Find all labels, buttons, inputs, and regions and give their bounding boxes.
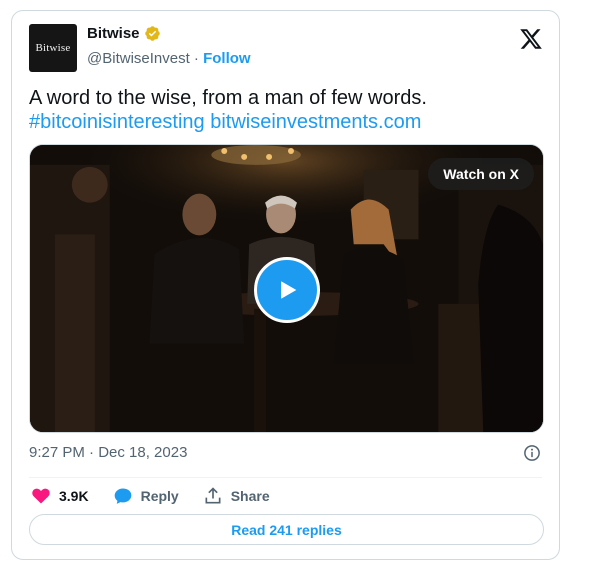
x-logo-icon[interactable] [519,27,543,51]
share-icon [205,487,221,504]
read-replies-button[interactable]: Read 241 replies [29,514,544,545]
avatar[interactable]: Bitwise [29,24,77,72]
like-button[interactable]: 3.9K [31,486,89,506]
play-icon [281,281,297,299]
share-label: Share [230,488,270,504]
follow-button[interactable]: Follow [203,50,251,67]
avatar-logo-text: Bitwise [35,42,71,54]
tweet-embed-card: Bitwise Bitwise @BitwiseInvest · Follow … [11,10,560,560]
website-link[interactable]: bitwiseinvestments.com [210,111,421,133]
reply-bubble-icon [114,488,131,504]
tweet-timestamp[interactable]: 9:27 PM · Dec 18, 2023 [29,444,187,461]
divider [29,477,542,478]
watch-on-x-button[interactable]: Watch on X [428,158,534,190]
play-button[interactable] [254,257,320,323]
action-bar: 3.9K Reply Share [31,485,294,507]
heart-icon [32,488,50,504]
author-name[interactable]: Bitwise [87,25,140,42]
read-replies-label: Read 241 replies [231,521,342,538]
author-handle-row: @BitwiseInvest · Follow [87,50,251,67]
reply-label: Reply [140,488,179,504]
video-player[interactable]: Watch on X [29,144,544,433]
author-handle[interactable]: @BitwiseInvest [87,50,190,67]
reply-button[interactable]: Reply [113,486,179,506]
verified-badge-icon [144,26,160,41]
info-icon[interactable] [523,444,541,462]
tweet-body: A word to the wise, from a man of few wo… [29,87,427,109]
tweet-text: A word to the wise, from a man of few wo… [29,86,549,134]
like-count: 3.9K [59,488,89,504]
share-button[interactable]: Share [203,486,270,506]
hashtag-link[interactable]: #bitcoinisinteresting [29,111,205,133]
author-name-row: Bitwise [87,25,161,42]
handle-separator: · [189,50,204,67]
